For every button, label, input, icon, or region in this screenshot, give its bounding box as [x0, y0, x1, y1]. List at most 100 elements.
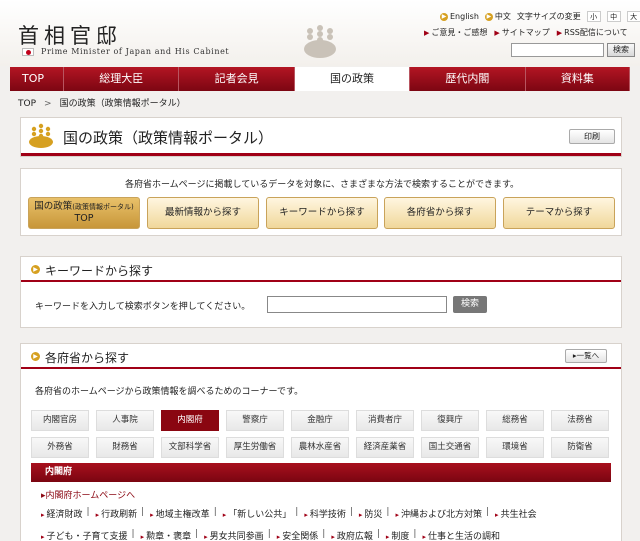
main-nav: TOP 総理大臣 記者会見 国の政策 歴代内閣 資料集 [10, 67, 631, 91]
ministry-list-button[interactable]: ▸一覧へ [565, 349, 607, 363]
ministry-tab[interactable]: 防衛省 [551, 437, 609, 458]
keyword-input[interactable] [267, 296, 447, 313]
ministry-tab[interactable]: 文部科学省 [161, 437, 219, 458]
ministry-tab[interactable]: 厚生労働省 [226, 437, 284, 458]
selected-ministry-header: 内閣府 [31, 463, 611, 482]
nav-past-cabinets[interactable]: 歴代内閣 [410, 67, 526, 91]
category-link[interactable]: 科学技術 [304, 507, 346, 520]
arrow-right-icon: ▶ [424, 29, 430, 37]
text-size-label: 文字サイズの変更 [516, 12, 581, 21]
arrow-right-icon: ▶ [31, 352, 40, 361]
ministry-tab[interactable]: 法務省 [551, 410, 609, 431]
pill-ministry-search[interactable]: 各府省から探す [384, 197, 496, 229]
category-link[interactable]: 仕事と生活の調和 [422, 529, 500, 541]
pill-theme-search[interactable]: テーマから探す [503, 197, 615, 229]
nav-top[interactable]: TOP [10, 67, 64, 91]
ministry-tab[interactable]: 環境省 [486, 437, 544, 458]
selected-ministry-homepage-link[interactable]: ▸内閣府ホームページへ [41, 488, 135, 501]
category-separator: | [295, 507, 299, 517]
category-separator: | [86, 507, 90, 517]
japan-flag-icon [22, 48, 34, 56]
category-links-row2: 子ども・子育て支援| 勲章・褒章| 男女共同参画| 安全関係| 政府広報| 制度… [41, 529, 504, 541]
category-link[interactable]: 経済財政 [41, 507, 83, 520]
nav-documents[interactable]: 資料集 [526, 67, 631, 91]
category-separator: | [376, 529, 380, 539]
text-size-small-button[interactable]: 小 [586, 11, 601, 22]
arrow-right-icon: ▶ [494, 29, 500, 37]
category-link[interactable]: 安全関係 [277, 529, 318, 541]
ministry-tab[interactable]: 金融庁 [291, 410, 349, 431]
ministry-tab[interactable]: 内閣官房 [31, 410, 89, 431]
title-underline [21, 153, 621, 156]
print-button[interactable]: 印刷 [569, 129, 615, 144]
ministry-tab[interactable]: 外務省 [31, 437, 89, 458]
page-title: 国の政策（政策情報ポータル） [63, 129, 274, 147]
text-size-medium-button[interactable]: 中 [606, 11, 621, 22]
text-size-large-button[interactable]: 大 [626, 11, 640, 22]
nav-press-conference[interactable]: 記者会見 [179, 67, 295, 91]
category-link[interactable]: 男女共同参画 [204, 529, 264, 541]
site-search-input[interactable] [511, 43, 604, 57]
category-separator: | [267, 529, 271, 539]
category-link[interactable]: 子ども・子育て支援 [41, 529, 128, 541]
category-links-row1: 経済財政| 行政刷新| 地域主権改革| 「新しい公共」| 科学技術| 防災| 沖… [41, 507, 541, 520]
site-search-button[interactable]: 検索 [607, 43, 635, 57]
category-link[interactable]: 行政刷新 [96, 507, 137, 520]
category-link[interactable]: 沖縄および北方対策 [395, 507, 482, 520]
sitemap-link[interactable]: ▶ サイトマップ [494, 27, 549, 38]
category-link[interactable]: 共生社会 [495, 507, 537, 520]
nav-prime-minister[interactable]: 総理大臣 [64, 67, 180, 91]
page-title-panel: 国の政策（政策情報ポータル） 印刷 [20, 117, 622, 157]
category-separator: | [213, 507, 217, 517]
site-subtitle: Prime Minister of Japan and His Cabinet [41, 47, 230, 56]
ministry-tab[interactable]: 人事院 [96, 410, 154, 431]
utility-links-top: ▶ English ▶ 中文 文字サイズの変更 小 中 大 [440, 11, 640, 22]
keyword-search-panel: ▶ キーワードから探す キーワードを入力して検索ボタンを押してください。 検索 [20, 256, 622, 328]
category-separator: | [131, 529, 135, 539]
arrow-right-icon: ▶ [440, 12, 448, 21]
rss-link[interactable]: ▶ RSS配信について [557, 27, 628, 38]
ministry-tab[interactable]: 警察庁 [226, 410, 284, 431]
site-title[interactable]: 首相官邸 [18, 20, 122, 50]
pill-portal-top[interactable]: 国の政策(政策情報ポータル) TOP [28, 197, 140, 229]
paulownia-emblem-icon [304, 25, 336, 58]
category-link[interactable]: 防災 [359, 507, 382, 520]
ministry-tab[interactable]: 消費者庁 [356, 410, 414, 431]
ministry-tab[interactable]: 国土交通省 [421, 437, 479, 458]
category-link[interactable]: 「新しい公共」 [223, 507, 291, 520]
ministry-tab[interactable]: 農林水産省 [291, 437, 349, 458]
nav-policy[interactable]: 国の政策 [294, 67, 411, 91]
category-link[interactable]: 勲章・褒章 [141, 529, 191, 541]
keyword-instruction: キーワードを入力して検索ボタンを押してください。 [35, 302, 251, 312]
ministry-section-title: 各府省から探す [45, 351, 130, 365]
feedback-link[interactable]: ▶ ご意見・ご感想 [424, 27, 487, 38]
category-separator: | [141, 507, 145, 517]
ministry-intro: 各府省のホームページから政策情報を調べるためのコーナーです。 [35, 387, 304, 397]
breadcrumb-current: 国の政策（政策情報ポータル） [59, 99, 186, 109]
keyword-section-title: キーワードから探す [45, 264, 154, 278]
pill-latest-info[interactable]: 最新情報から探す [147, 197, 259, 229]
utility-links-bottom: ▶ ご意見・ご感想 ▶ サイトマップ ▶ RSS配信について [424, 27, 628, 38]
ministry-tab-active[interactable]: 内閣府 [161, 410, 219, 431]
category-link[interactable]: 地域主権改革 [150, 507, 210, 520]
ministry-tab[interactable]: 総務省 [486, 410, 544, 431]
category-link[interactable]: 政府広報 [331, 529, 373, 541]
category-link[interactable]: 制度 [386, 529, 409, 541]
category-separator: | [349, 507, 353, 517]
intro-text: 各府省ホームページに掲載しているデータを対象に、さまざまな方法で検索することがで… [124, 180, 520, 190]
ministry-tab[interactable]: 経済産業省 [356, 437, 414, 458]
search-methods-panel: 各府省ホームページに掲載しているデータを対象に、さまざまな方法で検索することがで… [20, 168, 622, 236]
category-separator: | [486, 507, 490, 517]
breadcrumb-top-link[interactable]: TOP [18, 99, 36, 109]
keyword-search-button[interactable]: 検索 [453, 296, 487, 313]
paulownia-emblem-icon [29, 123, 53, 148]
breadcrumb: TOP > 国の政策（政策情報ポータル） [18, 96, 186, 109]
arrow-right-icon: ▶ [484, 12, 493, 21]
chinese-link[interactable]: ▶ 中文 [484, 11, 511, 22]
category-separator: | [413, 529, 417, 539]
english-link[interactable]: ▶ English [440, 12, 479, 21]
ministry-tab[interactable]: 復興庁 [421, 410, 479, 431]
pill-keyword-search[interactable]: キーワードから探す [266, 197, 378, 229]
ministry-tab[interactable]: 財務省 [96, 437, 154, 458]
breadcrumb-separator: > [44, 99, 52, 109]
